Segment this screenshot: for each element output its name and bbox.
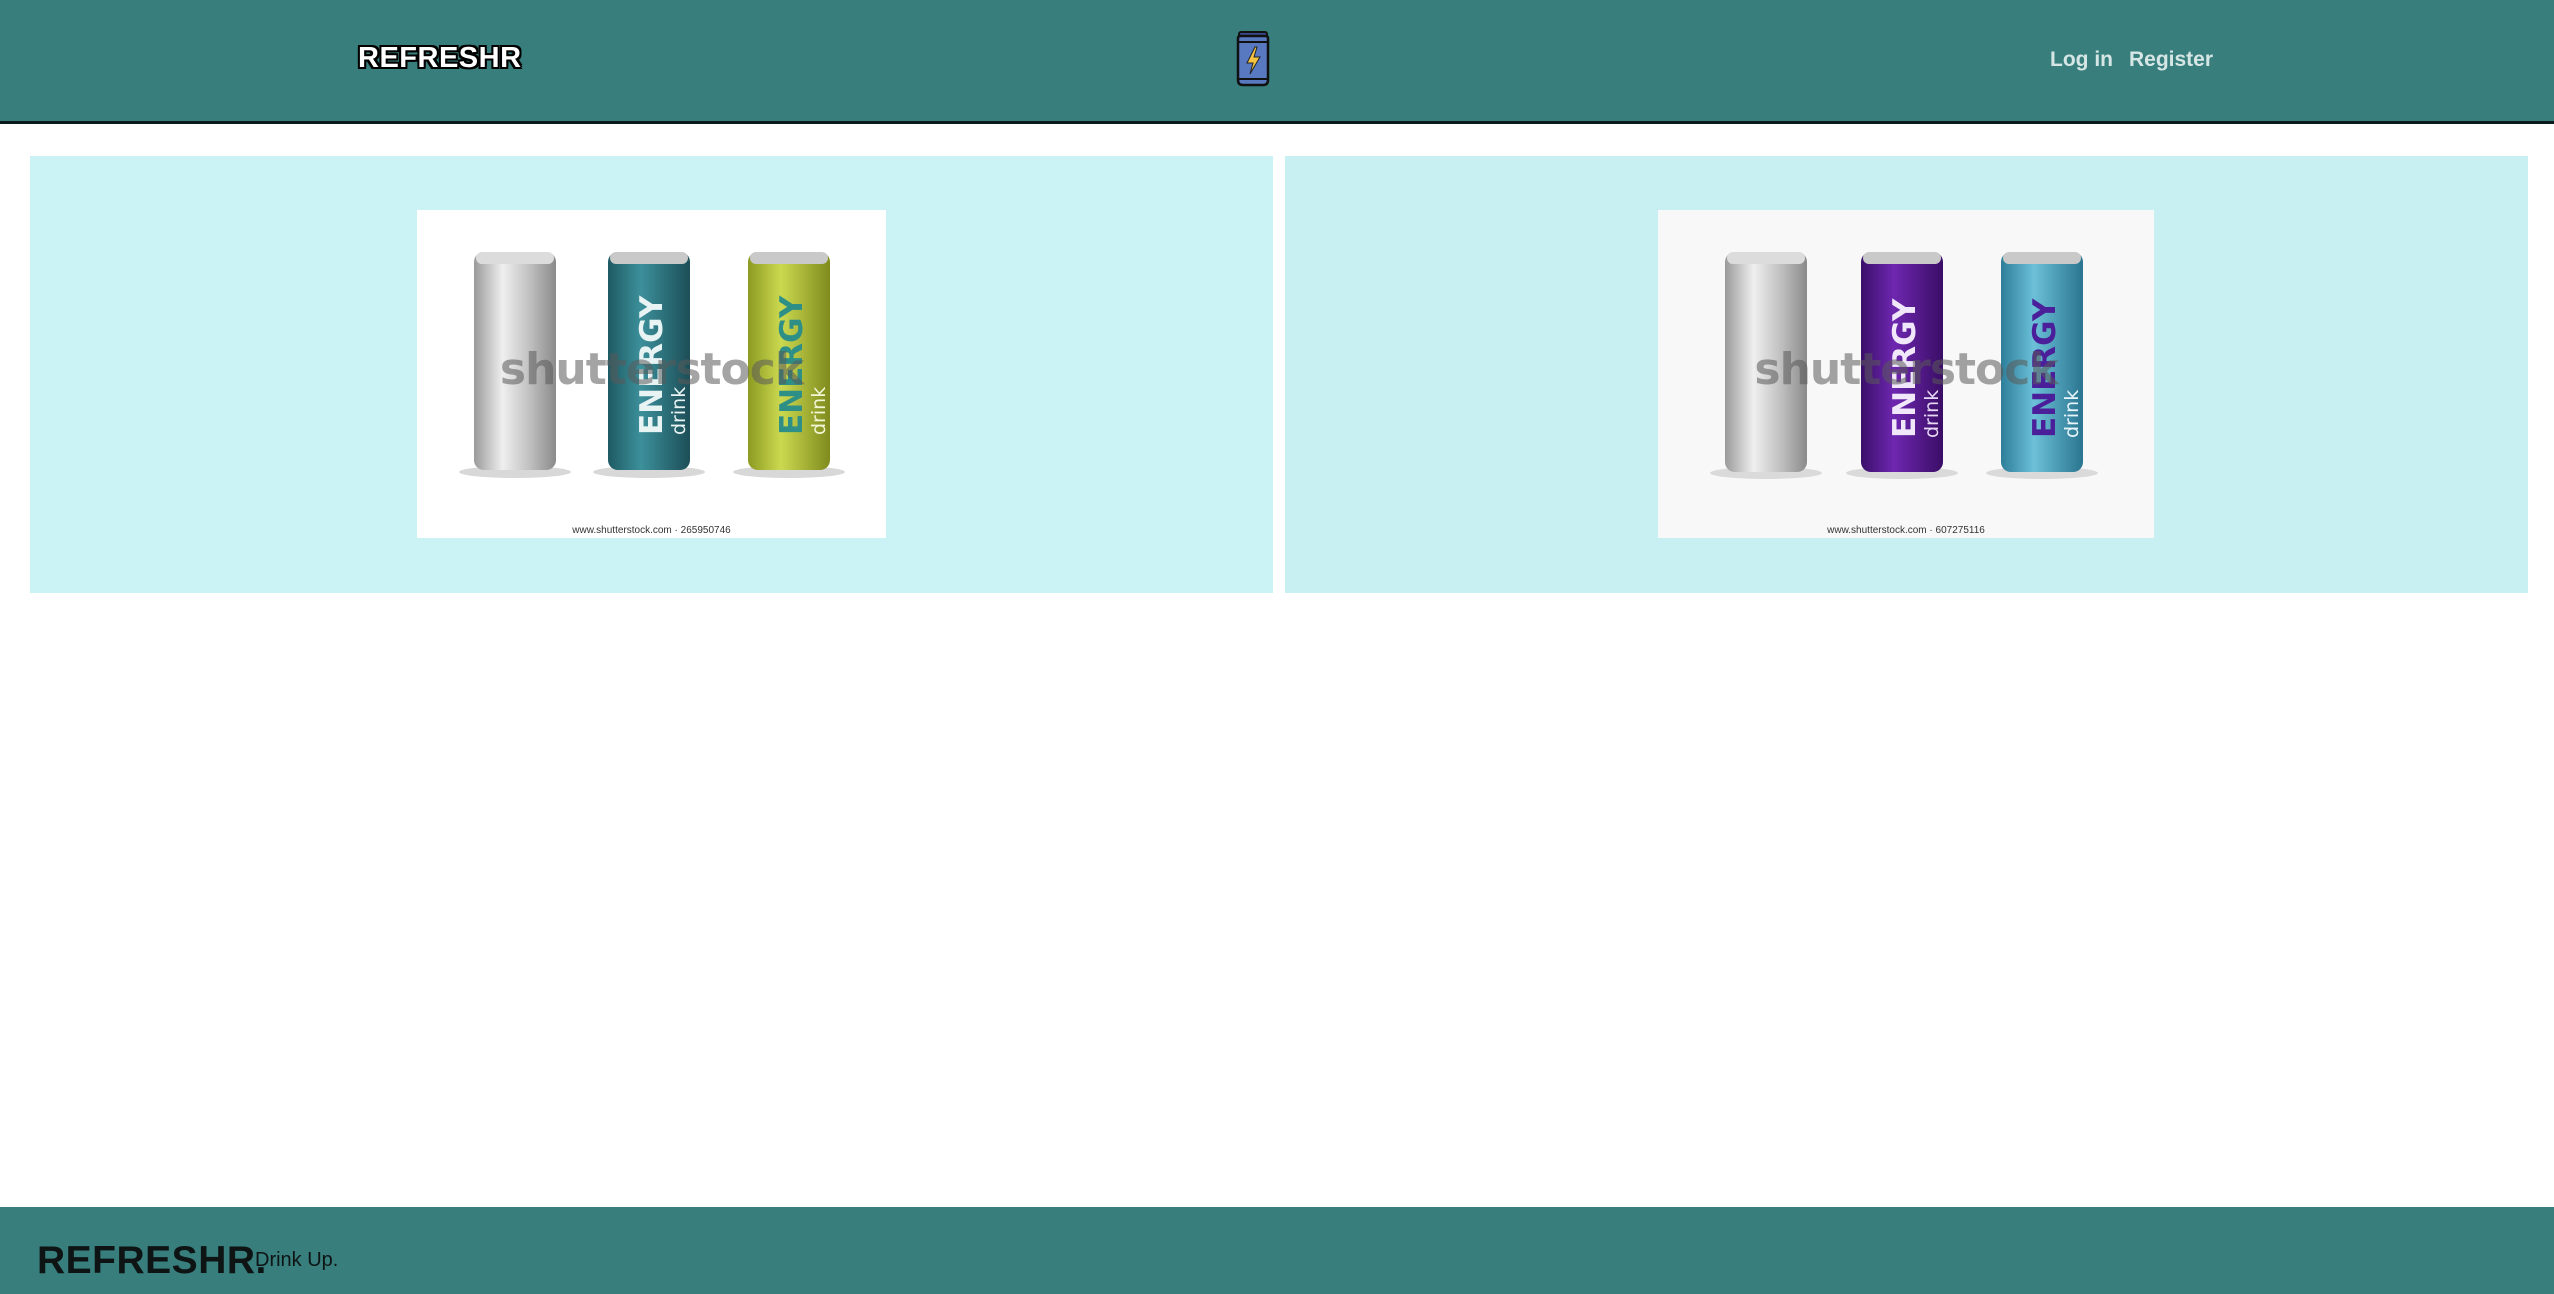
energy-cans-image: ENERGY drink ENERGY drink [1710, 252, 2098, 479]
product-image[interactable]: ENERGY drink ENERGY drink shutterstock w… [1658, 210, 2154, 538]
footer-tagline: Drink Up. [255, 1249, 339, 1271]
product-image[interactable]: ENERGY drink ENERGY drink shutterstock w… [417, 210, 886, 538]
footer-brand: REFRESHR. [37, 1239, 267, 1282]
login-link[interactable]: Log in [2050, 48, 2113, 72]
energy-cans-image: ENERGY drink ENERGY drink [459, 252, 845, 478]
svg-text:ENERGY: ENERGY [2027, 298, 2063, 438]
register-link[interactable]: Register [2129, 48, 2213, 72]
product-card[interactable]: ENERGY drink ENERGY drink shutterstock w… [30, 156, 1273, 593]
svg-text:ENERGY: ENERGY [774, 295, 810, 435]
svg-text:drink: drink [668, 387, 690, 435]
svg-text:drink: drink [2061, 390, 2083, 438]
svg-text:drink: drink [1921, 390, 1943, 438]
energy-can-icon[interactable] [1233, 30, 1273, 88]
brand-logo-text[interactable]: REFRESHR [358, 42, 522, 75]
svg-text:ENERGY: ENERGY [1887, 298, 1923, 438]
svg-text:ENERGY: ENERGY [634, 295, 670, 435]
image-credit: www.shutterstock.com · 607275116 [1827, 525, 1985, 536]
footer: REFRESHR. Drink Up. [0, 1207, 2554, 1294]
nav-links: Log in Register [2050, 48, 2213, 72]
image-credit: www.shutterstock.com · 265950746 [572, 525, 731, 536]
product-card[interactable]: ENERGY drink ENERGY drink shutterstock w… [1285, 156, 2528, 593]
top-navbar: REFRESHR Log in Register [0, 0, 2554, 124]
svg-text:drink: drink [808, 387, 830, 435]
